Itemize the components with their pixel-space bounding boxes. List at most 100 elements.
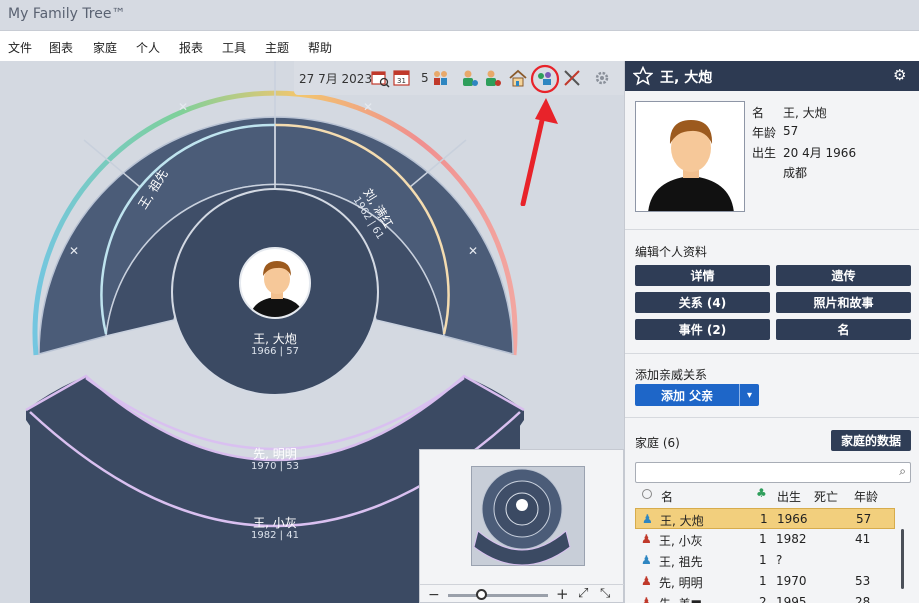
zoom-bar: − + ⤢ ⤡ <box>420 584 625 603</box>
row-birth: 1982 <box>776 532 807 546</box>
spouse-name: 先, 明明 <box>253 447 297 461</box>
calendar-search-icon[interactable] <box>370 68 390 88</box>
search-icon[interactable]: ⌕ <box>899 464 906 479</box>
person-panel: 王, 大炮 ⚙ 名 王, 大炮 年龄 57 出生 20 4月 1966 成都 编… <box>624 61 919 603</box>
avatar <box>239 247 311 319</box>
star-icon[interactable] <box>633 66 653 86</box>
menu-bar: 文件 图表 家庭 个人 报表 工具 主题 帮助 <box>0 31 919 61</box>
minimap-preview[interactable] <box>471 466 585 566</box>
add-ancestor-icon[interactable]: ✕ <box>363 100 373 114</box>
highlight-circle <box>530 64 560 94</box>
toolbar-date[interactable]: 27 7月 2023 <box>299 61 372 95</box>
person-icon <box>648 120 734 211</box>
age-label: 年龄 <box>752 126 777 140</box>
child-years: 1982 | 41 <box>251 530 299 541</box>
add-ancestor-icon[interactable]: ✕ <box>178 100 188 114</box>
menu-file[interactable]: 文件 <box>8 39 32 56</box>
details-button[interactable]: 详情 <box>635 265 770 286</box>
menu-chart[interactable]: 图表 <box>49 39 73 56</box>
generation-count[interactable]: 5 <box>421 61 429 95</box>
menu-family[interactable]: 家庭 <box>93 39 117 56</box>
zoom-in-icon[interactable]: + <box>556 585 569 603</box>
menu-report[interactable]: 报表 <box>179 39 203 56</box>
column-name[interactable]: 名 <box>661 488 673 505</box>
row-name: 王, 祖先 <box>659 555 703 569</box>
add-ancestor-icon[interactable]: ✕ <box>69 244 79 258</box>
row-name: 先, 美■ <box>659 595 702 603</box>
table-row[interactable]: ♟ 王, 小灰 1 1982 41 <box>635 529 895 550</box>
row-birth: 1970 <box>776 574 807 588</box>
child-name: 王, 小灰 <box>253 516 297 530</box>
name-value: 王, 大炮 <box>783 106 827 120</box>
table-row[interactable]: ♟ 先, 明明 1 1970 53 <box>635 571 895 592</box>
tools-icon[interactable] <box>562 68 582 88</box>
expand-icon[interactable]: ⤡ <box>600 586 610 601</box>
row-age: 28 <box>855 595 871 603</box>
row-birth: 1995 <box>776 595 807 603</box>
age-value: 57 <box>783 124 799 138</box>
edit-profile-title: 编辑个人资料 <box>635 245 708 259</box>
calendar-icon[interactable]: 31 <box>392 68 412 88</box>
row-flag: 1 <box>759 532 767 546</box>
menu-theme[interactable]: 主题 <box>265 39 289 56</box>
column-death[interactable]: 死亡 <box>814 488 838 505</box>
person-add-icon[interactable] <box>459 68 479 88</box>
row-name: 王, 大炮 <box>660 514 704 528</box>
menu-tools[interactable]: 工具 <box>222 39 246 56</box>
title-bar: My Family Tree™ <box>0 0 919 31</box>
row-flag: 2 <box>759 595 767 603</box>
photos-stories-button[interactable]: 照片和故事 <box>776 292 911 313</box>
app-title: My Family Tree™ <box>8 6 126 22</box>
male-person-icon: ♟ <box>641 553 652 567</box>
birth-date-value: 20 4月 1966 <box>783 146 857 160</box>
row-birth: ? <box>776 553 783 567</box>
row-age: 41 <box>855 532 871 546</box>
settings-icon[interactable]: ⚙ <box>893 66 906 84</box>
person-panel-header: 王, 大炮 ⚙ <box>625 61 919 91</box>
generations-icon[interactable] <box>431 68 451 88</box>
row-name: 王, 小灰 <box>659 534 703 548</box>
family-data-button[interactable]: 家庭的数据 <box>831 430 911 451</box>
fit-icon[interactable]: ⤢ <box>578 586 588 601</box>
column-age[interactable]: 年龄 <box>854 488 878 505</box>
row-age: 57 <box>856 512 872 526</box>
zoom-slider-thumb[interactable] <box>476 589 487 600</box>
home-icon[interactable] <box>508 68 528 88</box>
person-add-female-icon[interactable] <box>482 68 502 88</box>
relationships-button[interactable]: 关系 (4) <box>635 292 770 313</box>
table-row[interactable]: ♟ 王, 大炮 1 1966 57 <box>635 508 895 529</box>
genetics-button[interactable]: 遗传 <box>776 265 911 286</box>
tree-icon: ♣ <box>756 486 767 500</box>
row-birth: 1966 <box>777 512 808 526</box>
family-search-input[interactable]: ⌕ <box>635 462 911 483</box>
female-person-icon: ♟ <box>641 595 652 603</box>
menu-help[interactable]: 帮助 <box>308 39 332 56</box>
add-father-button[interactable]: 添加 父亲 ▾ <box>635 384 759 406</box>
events-button[interactable]: 事件 (2) <box>635 319 770 340</box>
female-person-icon: ♟ <box>641 532 652 546</box>
minimap-chart <box>473 468 571 566</box>
menu-person[interactable]: 个人 <box>136 39 160 56</box>
row-age: 53 <box>855 574 871 588</box>
column-birth[interactable]: 出生 <box>777 488 801 505</box>
male-person-icon: ♟ <box>642 512 653 526</box>
table-scrollbar[interactable] <box>901 529 904 589</box>
row-flag: 1 <box>759 574 767 588</box>
row-flag: 1 <box>759 553 767 567</box>
annotation-arrow <box>520 98 558 206</box>
table-row[interactable]: ♟ 先, 美■ 2 1995 28 <box>635 592 895 603</box>
chart-toolbar: 27 7月 2023 31 5 <box>294 61 624 95</box>
zoom-out-icon[interactable]: − <box>428 587 440 603</box>
chevron-down-icon[interactable]: ▾ <box>739 384 759 406</box>
person-photo[interactable] <box>635 101 745 212</box>
gear-icon[interactable] <box>592 68 612 88</box>
names-button[interactable]: 名 <box>776 319 911 340</box>
name-label: 名 <box>752 106 765 120</box>
select-radio-icon[interactable] <box>642 489 652 499</box>
table-row[interactable]: ♟ 王, 祖先 1 ? <box>635 550 895 571</box>
add-ancestor-icon[interactable]: ✕ <box>468 244 478 258</box>
zoom-slider[interactable] <box>448 594 548 597</box>
root-person-name: 王, 大炮 <box>253 332 297 346</box>
add-relative-title: 添加亲威关系 <box>635 368 708 382</box>
svg-text:31: 31 <box>397 77 406 85</box>
